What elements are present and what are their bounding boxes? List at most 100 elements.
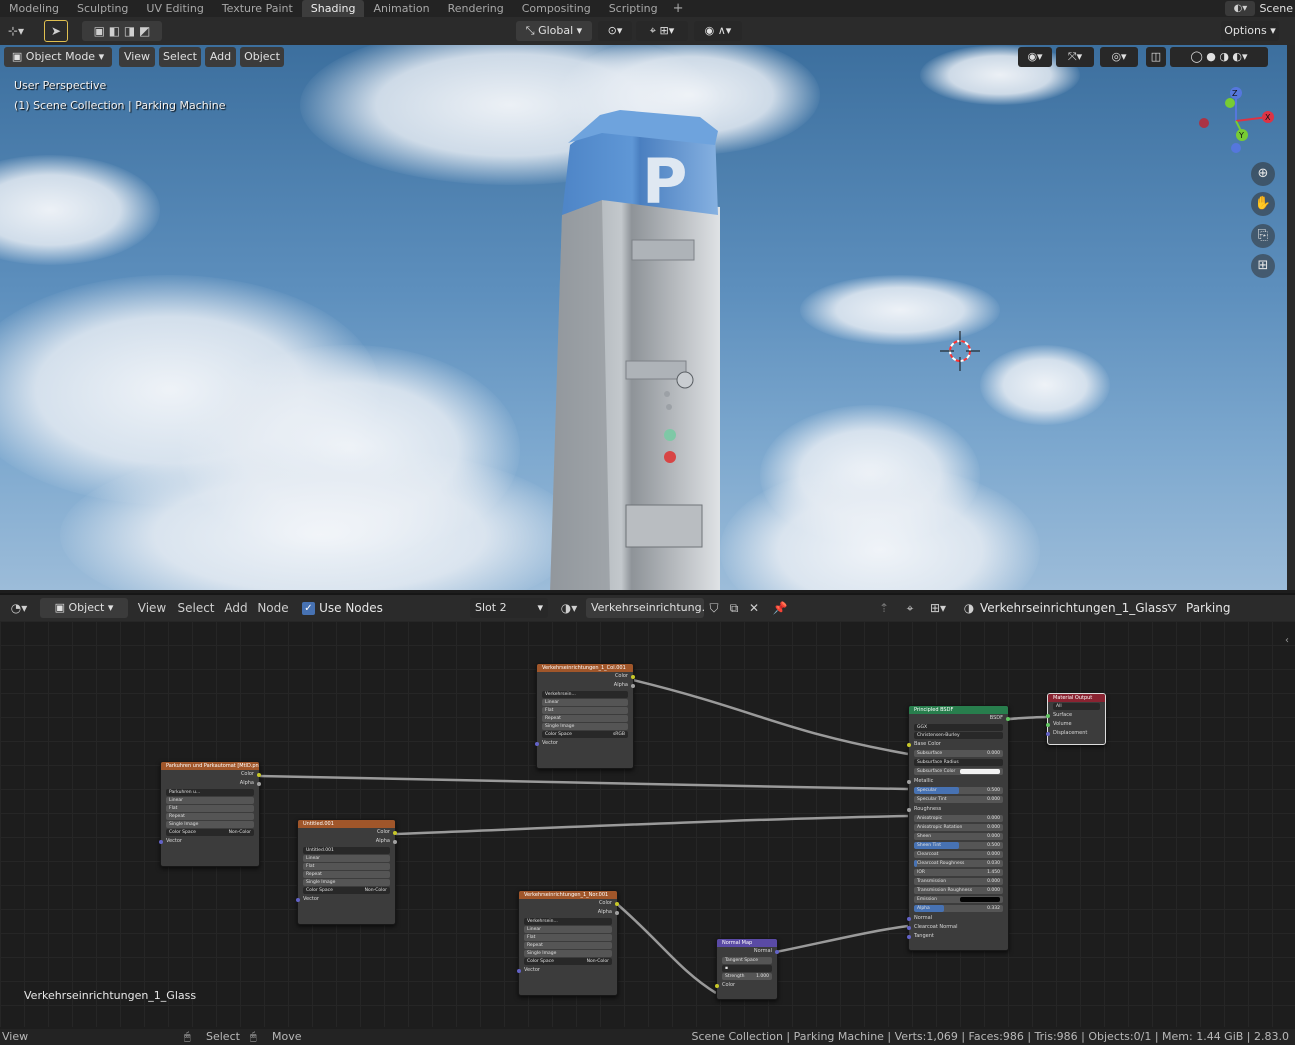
bsdf-input-field[interactable]: Specular Tint 0.000 bbox=[914, 796, 1003, 803]
extension-select[interactable]: Repeat bbox=[303, 871, 390, 878]
pan-hand-icon[interactable]: ✋ bbox=[1251, 192, 1275, 216]
bsdf-input-field[interactable]: Alpha 0.332 bbox=[914, 905, 1003, 912]
tab-animation[interactable]: Animation bbox=[364, 0, 438, 17]
breadcrumb-material[interactable]: Verkehrseinrichtungen_1_Glass ▾ bbox=[980, 598, 1168, 635]
socket[interactable] bbox=[631, 684, 635, 688]
image-texture-node-col[interactable]: Verkehrseinrichtungen_1_Col.001 Color Al… bbox=[535, 663, 635, 769]
projection-select[interactable]: Flat bbox=[542, 707, 628, 714]
colorspace-select[interactable]: Color Space Non-Color bbox=[166, 829, 254, 836]
socket[interactable] bbox=[715, 984, 719, 988]
tab-modeling[interactable]: Modeling bbox=[0, 0, 68, 17]
socket[interactable] bbox=[1046, 723, 1050, 727]
image-datablock[interactable]: Verkehrsein... bbox=[542, 691, 628, 698]
source-select[interactable]: Single Image bbox=[542, 723, 628, 730]
tab-uv-editing[interactable]: UV Editing bbox=[137, 0, 212, 17]
socket[interactable] bbox=[907, 743, 911, 747]
pivot-point-icon[interactable]: ⊙▾ bbox=[598, 21, 632, 41]
bsdf-input-field[interactable]: Subsurface Color bbox=[914, 768, 1003, 775]
node-menu-add[interactable]: Add bbox=[222, 598, 250, 618]
image-datablock[interactable]: Verkehrsein... bbox=[524, 918, 612, 925]
visibility-eye-icon[interactable]: ◉▾ bbox=[1018, 47, 1052, 67]
camera-view-icon[interactable]: ⎘ bbox=[1251, 224, 1275, 248]
tab-sculpting[interactable]: Sculpting bbox=[68, 0, 137, 17]
extension-select[interactable]: Repeat bbox=[166, 813, 254, 820]
image-datablock[interactable]: Parkuhren u... bbox=[166, 789, 254, 796]
socket[interactable] bbox=[159, 840, 163, 844]
overlays-toggle-icon[interactable]: ◎▾ bbox=[1100, 47, 1138, 67]
zoom-icon[interactable]: ⊕ bbox=[1251, 162, 1275, 186]
viewport-sidebar-edge[interactable] bbox=[1287, 45, 1295, 590]
distribution-select[interactable]: GGX bbox=[914, 724, 1003, 731]
socket[interactable] bbox=[775, 950, 779, 954]
bsdf-input-field[interactable]: Anisotropic 0.000 bbox=[914, 815, 1003, 822]
interpolation-select[interactable]: Linear bbox=[542, 699, 628, 706]
source-select[interactable]: Single Image bbox=[524, 950, 612, 957]
sidebar-toggle-icon[interactable]: ‹ bbox=[1285, 635, 1289, 646]
snap-node-icon[interactable]: ⌖ bbox=[900, 598, 920, 618]
material-name-field[interactable]: Verkehrseinrichtung... bbox=[586, 598, 704, 618]
colorspace-select[interactable]: Color Space sRGB bbox=[542, 731, 628, 738]
socket[interactable] bbox=[907, 808, 911, 812]
use-nodes-checkbox[interactable]: ✓ bbox=[302, 602, 315, 615]
node-menu-view[interactable]: View bbox=[136, 598, 168, 618]
duplicate-material-icon[interactable]: ⧉ bbox=[725, 598, 743, 618]
navigation-gizmo[interactable]: Z X Y bbox=[1192, 81, 1282, 161]
bsdf-input-field[interactable]: Specular 0.500 bbox=[914, 787, 1003, 794]
select-cursor-icon[interactable]: ➤ bbox=[44, 20, 68, 42]
space-select[interactable]: Tangent Space bbox=[722, 957, 772, 964]
socket[interactable] bbox=[615, 902, 619, 906]
projection-select[interactable]: Flat bbox=[166, 805, 254, 812]
source-select[interactable]: Single Image bbox=[166, 821, 254, 828]
ortho-grid-icon[interactable]: ⊞ bbox=[1251, 254, 1275, 278]
bsdf-input-field[interactable]: Clearcoat 0.000 bbox=[914, 851, 1003, 858]
color-swatch[interactable] bbox=[960, 769, 1000, 774]
transform-tool-icon[interactable]: ⊹▾ bbox=[4, 21, 28, 41]
color-swatch[interactable] bbox=[960, 897, 1000, 902]
source-select[interactable]: Single Image bbox=[303, 879, 390, 886]
material-output-node[interactable]: Material Output All Surface Volume Displ… bbox=[1046, 693, 1106, 745]
socket[interactable] bbox=[1046, 732, 1050, 736]
bsdf-input-field[interactable]: Anisotropic Rotation 0.000 bbox=[914, 824, 1003, 831]
subsurface-method-select[interactable]: Christensen-Burley bbox=[914, 732, 1003, 739]
extension-select[interactable]: Repeat bbox=[524, 942, 612, 949]
scene-name[interactable]: Scene bbox=[1259, 2, 1295, 15]
bsdf-input-field[interactable]: Subsurface Radius bbox=[914, 759, 1003, 766]
node-menu-node[interactable]: Node bbox=[256, 598, 290, 618]
strength-field[interactable]: Strength 1.000 bbox=[722, 973, 772, 980]
image-texture-node-untitled[interactable]: Untitled.001 Color Alpha Untitled.001 Li… bbox=[296, 819, 397, 925]
uv-map-field[interactable]: ▪ bbox=[722, 965, 772, 972]
extension-select[interactable]: Repeat bbox=[542, 715, 628, 722]
projection-select[interactable]: Flat bbox=[303, 863, 390, 870]
material-browse-icon[interactable]: ◑▾ bbox=[554, 598, 584, 618]
proportional-edit-icon[interactable]: ◉ ∧▾ bbox=[694, 21, 742, 41]
shader-type-select[interactable]: ▣ Object ▾ bbox=[40, 598, 128, 618]
socket[interactable] bbox=[393, 840, 397, 844]
parent-node-tree-icon[interactable]: ⇡ bbox=[874, 598, 894, 618]
unlink-material-icon[interactable]: ✕ bbox=[745, 598, 763, 618]
socket[interactable] bbox=[1006, 717, 1010, 721]
3d-cursor-icon[interactable] bbox=[940, 331, 980, 371]
socket[interactable] bbox=[907, 917, 911, 921]
parking-machine-model[interactable]: P bbox=[540, 105, 740, 590]
colorspace-select[interactable]: Color Space Non-Color bbox=[303, 887, 390, 894]
socket[interactable] bbox=[257, 773, 261, 777]
tab-shading[interactable]: Shading bbox=[301, 0, 365, 17]
snap-element-icon[interactable]: ⊞▾ bbox=[924, 598, 952, 618]
menu-object[interactable]: Object bbox=[240, 47, 284, 67]
bsdf-input-field[interactable]: Emission bbox=[914, 896, 1003, 903]
transform-orientation-select[interactable]: ⤡ Global ▾ bbox=[516, 21, 592, 41]
socket[interactable] bbox=[393, 831, 397, 835]
tab-rendering[interactable]: Rendering bbox=[439, 0, 513, 17]
principled-bsdf-node[interactable]: Principled BSDF BSDF GGX Christensen-Bur… bbox=[907, 705, 1010, 951]
menu-view[interactable]: View bbox=[119, 47, 155, 67]
3d-viewport[interactable]: P User Perspective (1) Scene Collection … bbox=[0, 45, 1287, 590]
bsdf-input-field[interactable]: Sheen Tint 0.500 bbox=[914, 842, 1003, 849]
socket[interactable] bbox=[907, 926, 911, 930]
image-texture-node-parkuhren[interactable]: Parkuhren und Parkautomat [MtlD.png Colo… bbox=[159, 761, 261, 867]
tab-compositing[interactable]: Compositing bbox=[513, 0, 600, 17]
scene-browse-icon[interactable]: ◐▾ bbox=[1225, 1, 1256, 16]
options-menu[interactable]: Options ▾ bbox=[1221, 21, 1279, 41]
projection-select[interactable]: Flat bbox=[524, 934, 612, 941]
interpolation-select[interactable]: Linear bbox=[166, 797, 254, 804]
editor-type-icon[interactable]: ◔▾ bbox=[4, 598, 34, 618]
